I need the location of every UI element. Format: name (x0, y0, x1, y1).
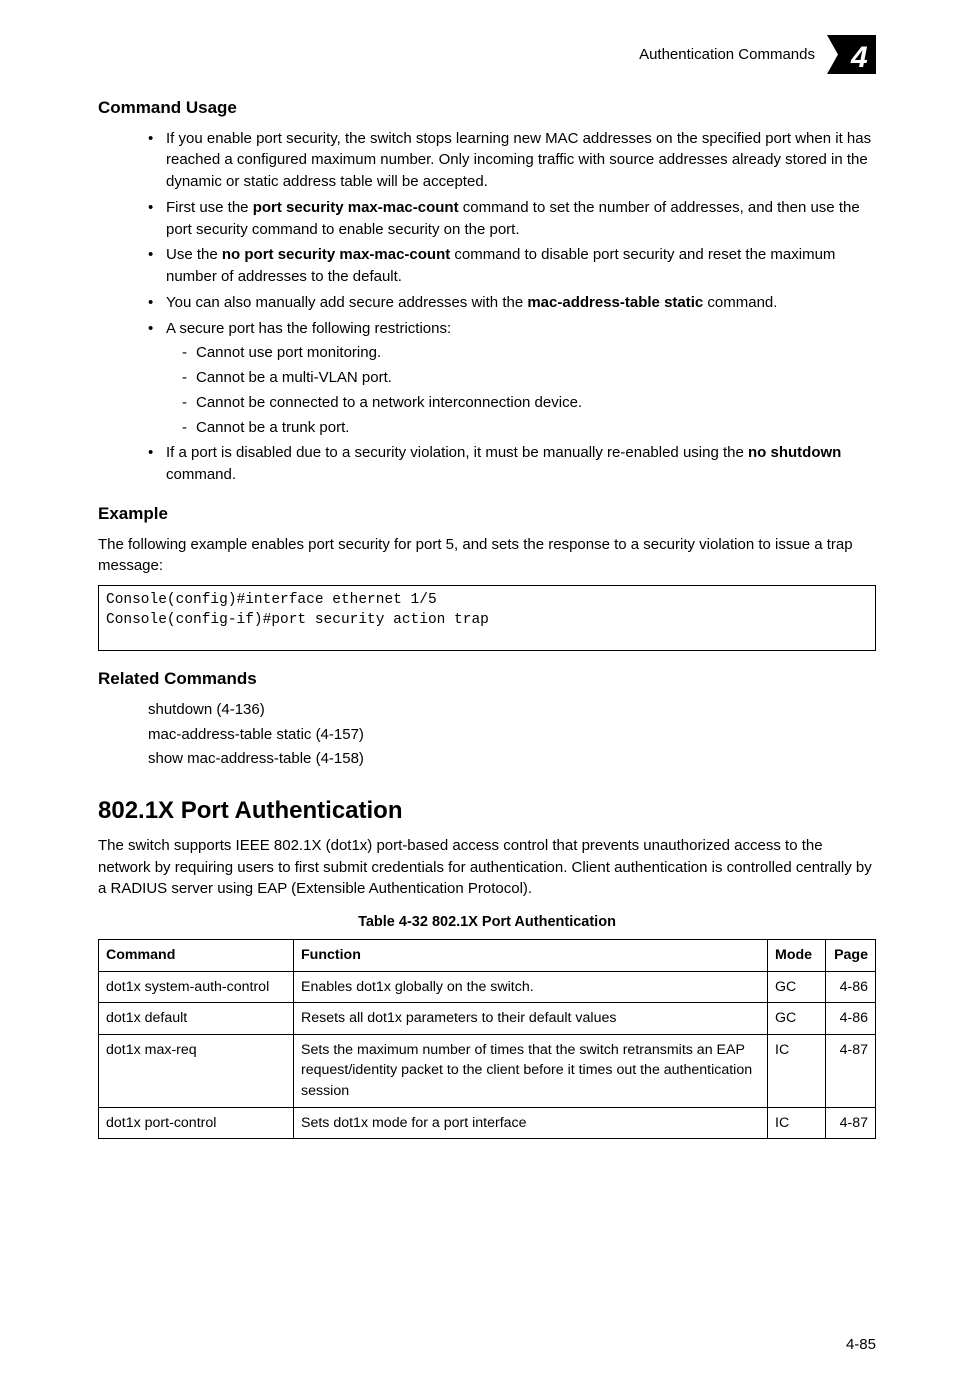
chapter-badge-icon: 4 (827, 35, 876, 74)
chapter-badge: 4 (827, 35, 876, 74)
table-caption: Table 4-32 802.1X Port Authentication (98, 912, 876, 933)
list-item: You can also manually add secure address… (148, 292, 876, 314)
td-command: dot1x port-control (99, 1107, 294, 1139)
list-text: Cannot use port monitoring. (196, 344, 381, 361)
heading-related: Related Commands (98, 667, 876, 692)
td-page: 4-86 (826, 1003, 876, 1035)
list-item: Cannot use port monitoring. (182, 342, 876, 364)
cmd-bold: no port security max-mac-count (222, 246, 450, 263)
th-function: Function (294, 940, 768, 972)
td-command: dot1x max-req (99, 1034, 294, 1107)
heading-8021x: 802.1X Port Authentication (98, 794, 876, 829)
list-item: If a port is disabled due to a security … (148, 442, 876, 486)
table-row: dot1x system-auth-control Enables dot1x … (99, 971, 876, 1003)
th-page: Page (826, 940, 876, 972)
cmd-bold: port security max-mac-count (253, 199, 459, 216)
chapter-number: 4 (850, 41, 868, 74)
heading-command-usage: Command Usage (98, 96, 876, 121)
related-line: shutdown (4-136) (98, 699, 876, 721)
list-text: If you enable port security, the switch … (166, 130, 871, 191)
command-usage-list: If you enable port security, the switch … (98, 128, 876, 486)
td-mode: GC (768, 1003, 826, 1035)
td-page: 4-87 (826, 1034, 876, 1107)
td-mode: IC (768, 1034, 826, 1107)
list-item: A secure port has the following restrict… (148, 318, 876, 439)
td-function: Enables dot1x globally on the switch. (294, 971, 768, 1003)
heading-example: Example (98, 502, 876, 527)
list-text: A secure port has the following restrict… (166, 320, 451, 337)
code-block: Console(config)#interface ethernet 1/5 C… (98, 585, 876, 651)
list-text: Use the (166, 246, 222, 263)
th-command: Command (99, 940, 294, 972)
td-command: dot1x system-auth-control (99, 971, 294, 1003)
td-mode: IC (768, 1107, 826, 1139)
list-text: You can also manually add secure address… (166, 294, 527, 311)
list-item: Cannot be a trunk port. (182, 417, 876, 439)
sub-bullet-list: Cannot use port monitoring. Cannot be a … (166, 342, 876, 438)
list-item: Cannot be a multi-VLAN port. (182, 367, 876, 389)
page-number: 4-85 (846, 1334, 876, 1356)
section-intro: The switch supports IEEE 802.1X (dot1x) … (98, 835, 876, 900)
related-line: mac-address-table static (4-157) (98, 724, 876, 746)
page-header: Authentication Commands 4 (98, 35, 876, 74)
table-header-row: Command Function Mode Page (99, 940, 876, 972)
related-line: show mac-address-table (4-158) (98, 748, 876, 770)
cmd-bold: mac-address-table static (527, 294, 703, 311)
list-text: Cannot be connected to a network interco… (196, 394, 582, 411)
list-item: Use the no port security max-mac-count c… (148, 244, 876, 288)
td-mode: GC (768, 971, 826, 1003)
list-text: Cannot be a trunk port. (196, 419, 349, 436)
list-text: command. (166, 466, 236, 483)
td-page: 4-86 (826, 971, 876, 1003)
list-item: First use the port security max-mac-coun… (148, 197, 876, 241)
td-function: Sets the maximum number of times that th… (294, 1034, 768, 1107)
table-row: dot1x default Resets all dot1x parameter… (99, 1003, 876, 1035)
td-page: 4-87 (826, 1107, 876, 1139)
header-section-title: Authentication Commands (639, 44, 815, 66)
auth-table: Command Function Mode Page dot1x system-… (98, 939, 876, 1139)
list-item: Cannot be connected to a network interco… (182, 392, 876, 414)
th-mode: Mode (768, 940, 826, 972)
cmd-bold: no shutdown (748, 444, 841, 461)
list-text: If a port is disabled due to a security … (166, 444, 748, 461)
td-command: dot1x default (99, 1003, 294, 1035)
td-function: Resets all dot1x parameters to their def… (294, 1003, 768, 1035)
list-text: Cannot be a multi-VLAN port. (196, 369, 392, 386)
table-row: dot1x port-control Sets dot1x mode for a… (99, 1107, 876, 1139)
list-item: If you enable port security, the switch … (148, 128, 876, 193)
list-text: First use the (166, 199, 253, 216)
list-text: command. (703, 294, 777, 311)
example-intro: The following example enables port secur… (98, 534, 876, 578)
table-row: dot1x max-req Sets the maximum number of… (99, 1034, 876, 1107)
td-function: Sets dot1x mode for a port interface (294, 1107, 768, 1139)
